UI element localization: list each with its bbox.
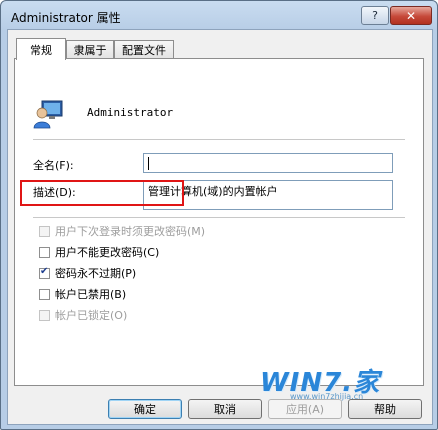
- window-title: Administrator 属性: [11, 11, 121, 25]
- checkbox-label: 密码永不过期(P): [55, 267, 137, 280]
- separator-top: [33, 139, 405, 141]
- properties-window: Administrator 属性 ? ✕ 常规 隶属于 配置文件 Adminis…: [0, 0, 438, 430]
- separator-bottom: [33, 217, 405, 219]
- checkbox-label: 帐户已锁定(O): [55, 309, 128, 322]
- checkbox-box[interactable]: [39, 266, 50, 279]
- checkbox-must-change-password: 用户下次登录时须更改密码(M): [39, 224, 205, 238]
- tab-general[interactable]: 常规: [16, 38, 66, 60]
- general-tab-panel: Administrator 全名(F): 描述(D): 管理计算机(域)的内置帐…: [14, 58, 424, 386]
- title-bar[interactable]: Administrator 属性 ? ✕: [1, 1, 437, 29]
- checkbox-label: 用户不能更改密码(C): [55, 246, 160, 259]
- apply-button: 应用(A): [268, 399, 342, 419]
- checkbox-account-disabled[interactable]: 帐户已禁用(B): [39, 287, 126, 301]
- text-caret: [148, 157, 149, 170]
- close-icon: ✕: [405, 8, 417, 23]
- checkbox-account-locked: 帐户已锁定(O): [39, 308, 127, 322]
- fullname-label: 全名(F):: [33, 159, 74, 172]
- ok-button[interactable]: 确定: [108, 399, 182, 419]
- help-button[interactable]: 帮助: [348, 399, 422, 419]
- tab-general-label: 常规: [30, 43, 52, 57]
- cancel-button-label: 取消: [214, 403, 236, 416]
- tab-profile-label: 配置文件: [122, 44, 166, 57]
- checkbox-box[interactable]: [39, 246, 50, 258]
- tab-member-of[interactable]: 隶属于: [66, 40, 114, 59]
- user-icon: [33, 100, 63, 129]
- checkbox-label: 用户下次登录时须更改密码(M): [55, 225, 206, 238]
- checkbox-box[interactable]: [39, 288, 50, 300]
- checkbox-password-never-expires[interactable]: 密码永不过期(P): [39, 266, 136, 280]
- checkbox-box: [39, 309, 50, 321]
- fullname-input[interactable]: [143, 153, 393, 173]
- checkbox-box: [39, 225, 50, 237]
- help-icon: ?: [372, 9, 378, 22]
- close-button[interactable]: ✕: [390, 6, 432, 25]
- tab-profile[interactable]: 配置文件: [114, 40, 174, 59]
- ok-button-label: 确定: [134, 403, 156, 416]
- tab-member-of-label: 隶属于: [73, 44, 107, 57]
- checkbox-cannot-change-password[interactable]: 用户不能更改密码(C): [39, 245, 159, 259]
- apply-button-label: 应用(A): [285, 403, 325, 416]
- cancel-button[interactable]: 取消: [188, 399, 262, 419]
- help-title-button[interactable]: ?: [361, 6, 389, 25]
- help-button-label: 帮助: [374, 403, 396, 416]
- checkbox-label: 帐户已禁用(B): [55, 288, 127, 301]
- user-name: Administrator: [87, 106, 174, 119]
- highlight-box: [20, 180, 184, 206]
- dialog-client: 常规 隶属于 配置文件 Administrator 全名(F): 描述(D): …: [7, 29, 433, 425]
